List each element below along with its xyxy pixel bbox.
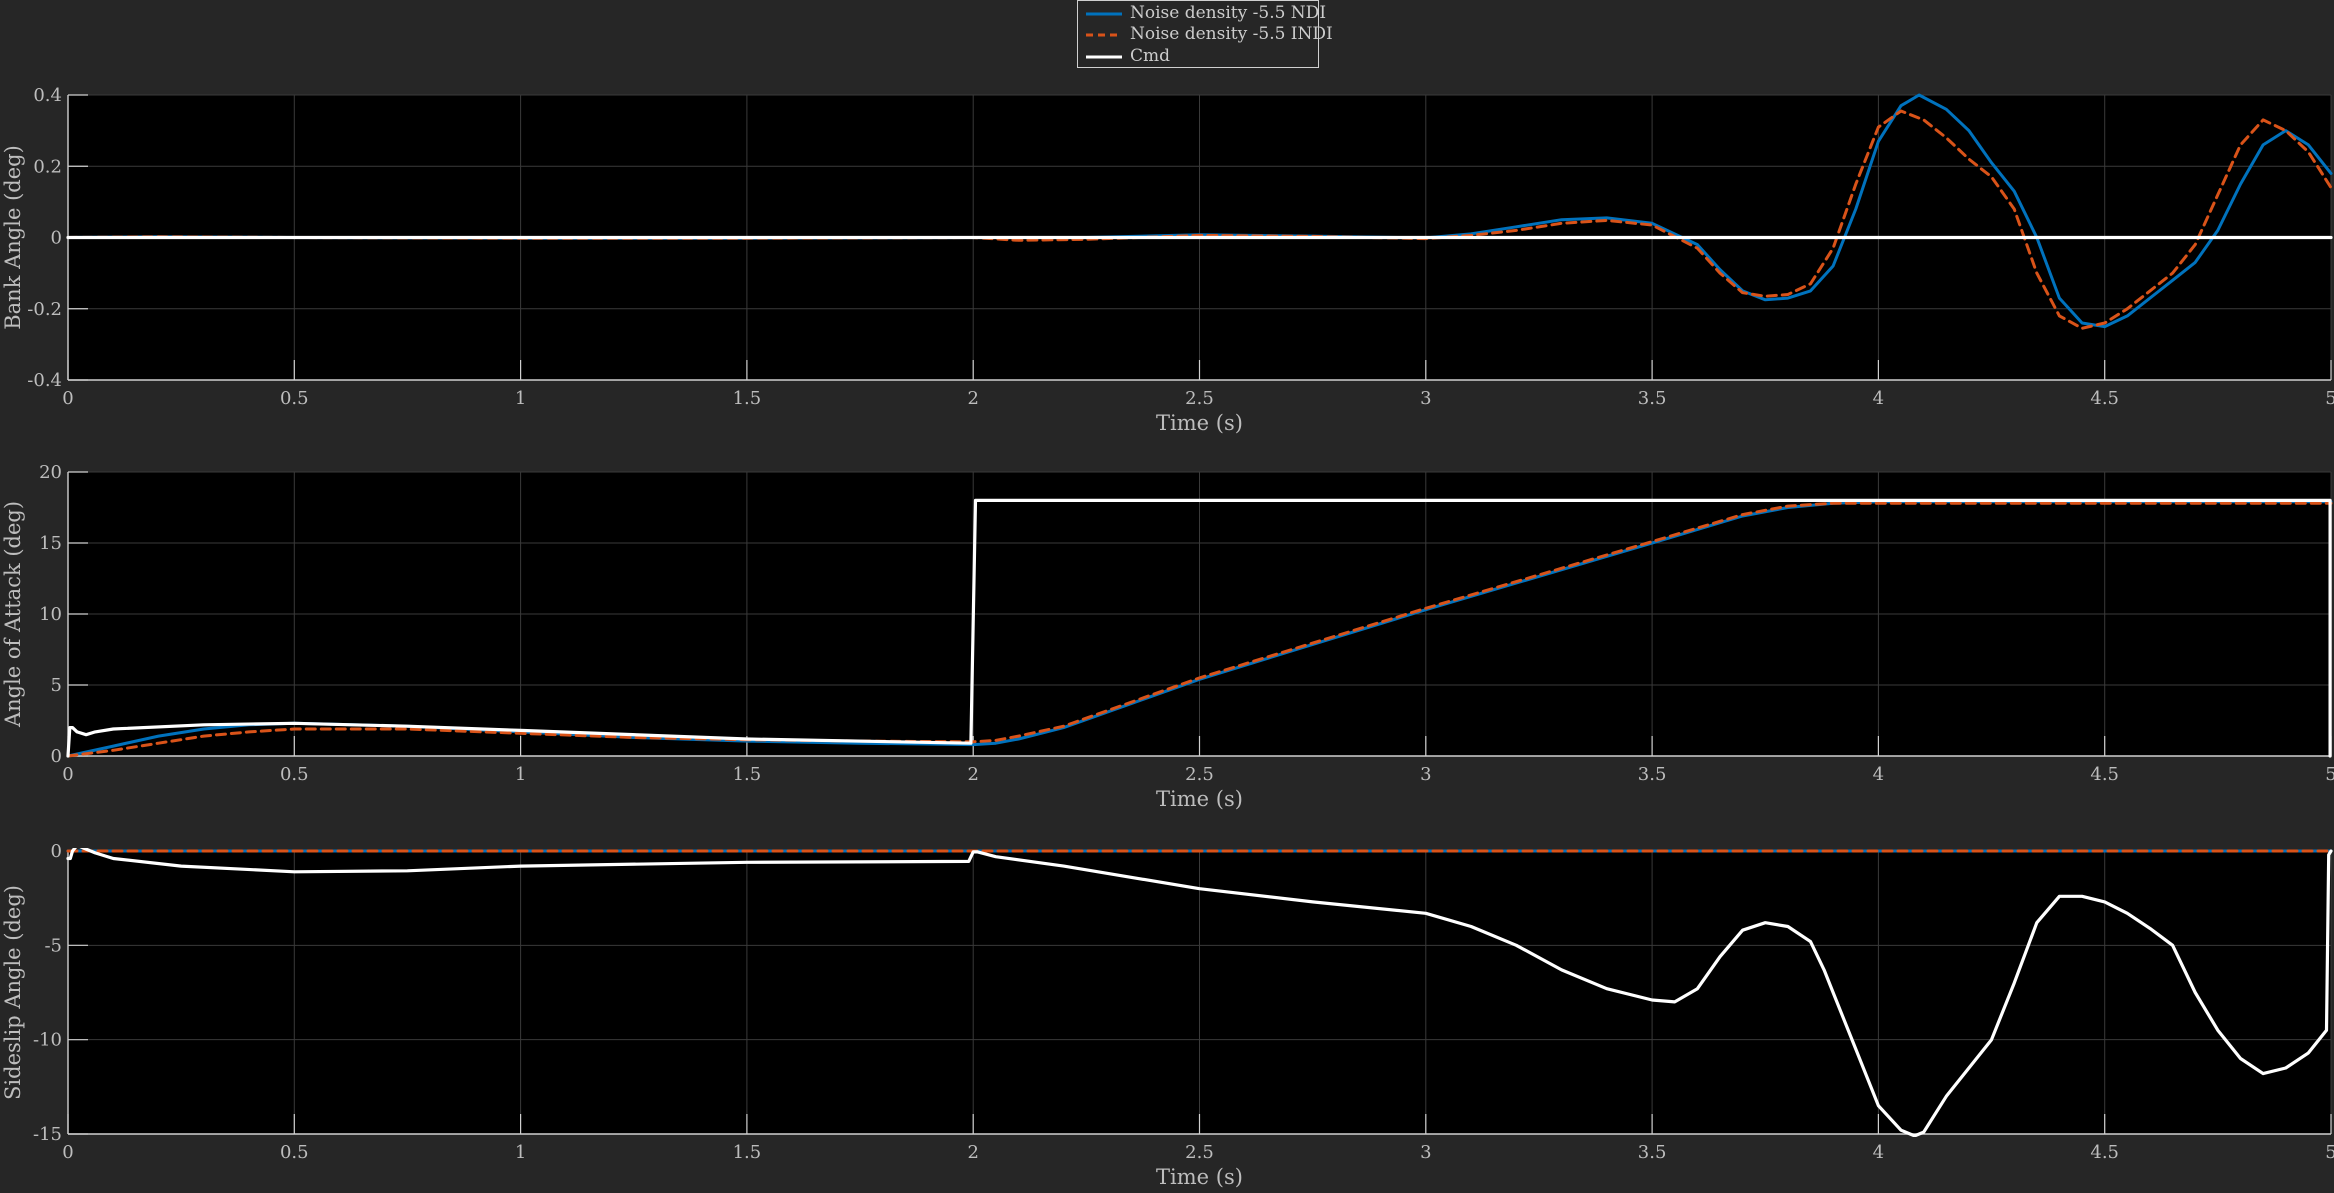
panel-2-ytick-label: 5 bbox=[51, 675, 62, 696]
panel-3-xtick-label: 0.5 bbox=[280, 1142, 309, 1163]
panel-1-xtick-label: 2 bbox=[967, 388, 978, 409]
panel-2-ytick-label: 20 bbox=[39, 462, 62, 483]
panel-1-xtick-label: 4.5 bbox=[2090, 388, 2119, 409]
panel-2-xtick-label: 4.5 bbox=[2090, 764, 2119, 785]
panel-3-xtick-label: 4.5 bbox=[2090, 1142, 2119, 1163]
panel-1-xtick-label: 0.5 bbox=[280, 388, 309, 409]
panel-1-xtick-label: 3.5 bbox=[1638, 388, 1667, 409]
panel-2-xtick-label: 0 bbox=[62, 764, 73, 785]
legend-swatch-cmd bbox=[1086, 55, 1122, 59]
panel-2-xtick-label: 0.5 bbox=[280, 764, 309, 785]
panel-2-ytick-label: 0 bbox=[51, 746, 62, 767]
legend-label-cmd: Cmd bbox=[1130, 46, 1171, 66]
panel-2-xtick-label: 4 bbox=[1873, 764, 1884, 785]
legend-label-indi: Noise density -5.5 INDI bbox=[1130, 24, 1333, 44]
panel-2-xtick-label: 5 bbox=[2325, 764, 2334, 785]
panel-3-xtick-label: 2.5 bbox=[1185, 1142, 1214, 1163]
panel-3-ytick-label: -5 bbox=[44, 935, 62, 956]
panel-1-xtick-label: 1.5 bbox=[733, 388, 762, 409]
panel-3-xtick-label: 4 bbox=[1873, 1142, 1884, 1163]
legend-swatch-indi bbox=[1086, 33, 1122, 37]
panel-1-ytick-label: -0.2 bbox=[27, 299, 62, 320]
panel-3-ytick-label: 0 bbox=[51, 841, 62, 862]
panel-3-xtick-label: 1.5 bbox=[733, 1142, 762, 1163]
panel-3-ylabel: Sideslip Angle (deg) bbox=[1, 885, 25, 1100]
panel-1-xtick-label: 3 bbox=[1420, 388, 1431, 409]
panel-1-xtick-label: 2.5 bbox=[1185, 388, 1214, 409]
panel-3-ytick-label: -10 bbox=[33, 1030, 62, 1051]
panel-2-ytick-label: 10 bbox=[39, 604, 62, 625]
panel-3: 0 0.5 1 1.5 2 2.5 3 3.5 4 4.5 5 -15 -10 -5 0 Time (s) Si… bbox=[1, 841, 2334, 1189]
legend-item-cmd: Cmd bbox=[1078, 45, 1318, 67]
panel-2-xtick-label: 1 bbox=[515, 764, 526, 785]
panel-1-ytick-label: -0.4 bbox=[27, 370, 62, 391]
panel-2-xlabel: Time (s) bbox=[1156, 787, 1243, 811]
panel-3-xtick-label: 3 bbox=[1420, 1142, 1431, 1163]
panel-2-ytick-label: 15 bbox=[39, 533, 62, 554]
panel-3-ytick-label: -15 bbox=[33, 1124, 62, 1145]
panel-2-xtick-label: 3 bbox=[1420, 764, 1431, 785]
panel-2-ylabel: Angle of Attack (deg) bbox=[1, 501, 25, 728]
panel-2: 0 0.5 1 1.5 2 2.5 3 3.5 4 4.5 5 0 5 10 15 20 Time (s) Ang… bbox=[1, 462, 2334, 811]
panel-3-xtick-label: 3.5 bbox=[1638, 1142, 1667, 1163]
panel-2-xtick-label: 2 bbox=[967, 764, 978, 785]
panel-1-ylabel: Bank Angle (deg) bbox=[1, 145, 25, 330]
legend-item-ndi: Noise density -5.5 NDI bbox=[1078, 2, 1326, 24]
panel-1: 0 0.5 1 1.5 2 2.5 3 3.5 4 4.5 5 -0.4 -0.2 0 0.2 0.4 Time… bbox=[1, 85, 2334, 435]
panel-1-xlabel: Time (s) bbox=[1156, 411, 1243, 435]
panel-3-xtick-label: 5 bbox=[2325, 1142, 2334, 1163]
panel-2-xtick-label: 3.5 bbox=[1638, 764, 1667, 785]
panel-1-ytick-label: 0 bbox=[51, 228, 62, 249]
panel-2-xtick-label: 2.5 bbox=[1185, 764, 1214, 785]
chart-svg: 0 0.5 1 1.5 2 2.5 3 3.5 4 4.5 5 -0.4 -0.2 0 0.2 0.4 Time… bbox=[1, 85, 2334, 1189]
panel-3-xtick-label: 2 bbox=[967, 1142, 978, 1163]
panel-1-xtick-label: 4 bbox=[1873, 388, 1884, 409]
figure: 0 0.5 1 1.5 2 2.5 3 3.5 4 4.5 5 -0.4 -0.2 0 0.2 0.4 Time… bbox=[0, 0, 2334, 1193]
panel-1-xtick-label: 0 bbox=[62, 388, 73, 409]
legend-swatch-ndi bbox=[1086, 12, 1122, 16]
panel-1-xtick-label: 1 bbox=[515, 388, 526, 409]
panel-1-xtick-label: 5 bbox=[2325, 388, 2334, 409]
panel-3-xtick-label: 0 bbox=[62, 1142, 73, 1163]
panel-1-ytick-label: 0.4 bbox=[33, 85, 62, 106]
legend-item-indi: Noise density -5.5 INDI bbox=[1078, 23, 1333, 45]
panel-2-xtick-label: 1.5 bbox=[733, 764, 762, 785]
legend-box: Noise density -5.5 NDI Noise density -5.… bbox=[1077, 0, 1333, 68]
panel-3-xlabel: Time (s) bbox=[1156, 1165, 1243, 1189]
legend-label-ndi: Noise density -5.5 NDI bbox=[1130, 3, 1327, 23]
panel-3-xtick-label: 1 bbox=[515, 1142, 526, 1163]
panel-1-ytick-label: 0.2 bbox=[33, 156, 62, 177]
